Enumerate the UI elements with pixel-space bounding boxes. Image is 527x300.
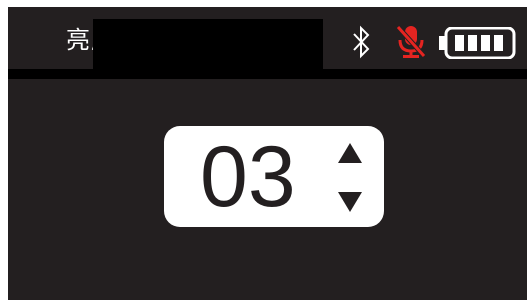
battery-icon: [439, 27, 516, 59]
status-bar: 亮度: [8, 7, 527, 69]
bluetooth-icon: [353, 25, 370, 59]
increment-arrow-icon[interactable]: [338, 143, 362, 163]
device-frame: 亮度 03: [0, 0, 527, 300]
value-spinner[interactable]: 03: [164, 126, 384, 227]
microphone-muted-icon: [396, 25, 426, 58]
spinner-value: 03: [200, 129, 296, 225]
title-mask: [93, 19, 323, 69]
header-divider: [8, 69, 527, 79]
decrement-arrow-icon[interactable]: [338, 192, 362, 212]
device-screen: 亮度 03: [8, 7, 527, 300]
